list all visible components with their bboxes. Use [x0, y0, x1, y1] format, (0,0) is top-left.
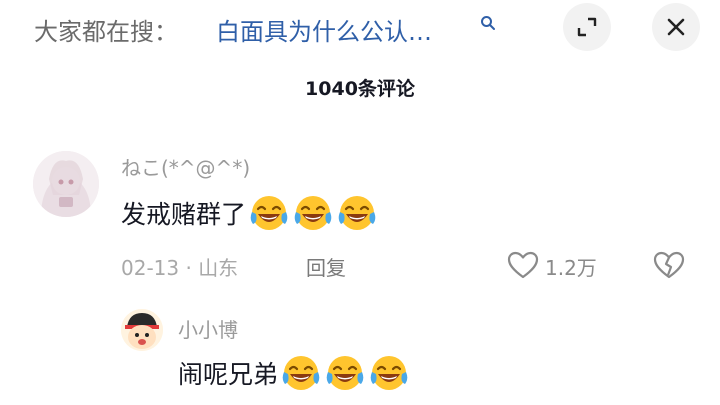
avatar[interactable]	[33, 151, 99, 217]
reply-avatar[interactable]	[121, 309, 163, 351]
search-prefix-label: 大家都在搜：	[34, 18, 178, 46]
expand-icon	[577, 17, 597, 37]
close-icon	[667, 18, 685, 36]
reply-button[interactable]: 回复	[306, 252, 346, 281]
laugh-cry-emoji-icon	[292, 192, 334, 234]
laugh-cry-emoji-icon	[248, 192, 290, 234]
comment-username[interactable]: ねこ(*^@^*)	[121, 152, 250, 181]
comment-date-location: 02-13 · 山东	[121, 256, 239, 280]
laugh-cry-emoji-icon	[336, 192, 378, 234]
expand-button[interactable]	[563, 3, 611, 51]
avatar-image	[33, 151, 99, 217]
broken-heart-icon[interactable]	[652, 249, 686, 281]
laugh-cry-emoji-icon	[368, 352, 410, 394]
close-button[interactable]	[652, 3, 700, 51]
reply-username[interactable]: 小小博	[178, 314, 238, 343]
heart-icon[interactable]	[506, 250, 540, 280]
reply-body: 闹呢兄弟	[178, 350, 410, 396]
laugh-cry-emoji-icon	[280, 352, 322, 394]
comment-body: 发戒赌群了	[121, 190, 378, 236]
reply-avatar-image	[121, 309, 163, 351]
top-bar: 大家都在搜： 白面具为什么公认…	[0, 0, 720, 60]
search-icon[interactable]	[480, 15, 496, 31]
reply-text: 闹呢兄弟	[178, 360, 279, 389]
comment-text: 发戒赌群了	[121, 200, 247, 229]
search-suggestion-link[interactable]: 白面具为什么公认…	[216, 12, 432, 47]
like-count: 1.2万	[545, 256, 597, 280]
comment-count-title: 1040条评论	[305, 78, 415, 100]
laugh-cry-emoji-icon	[324, 352, 366, 394]
